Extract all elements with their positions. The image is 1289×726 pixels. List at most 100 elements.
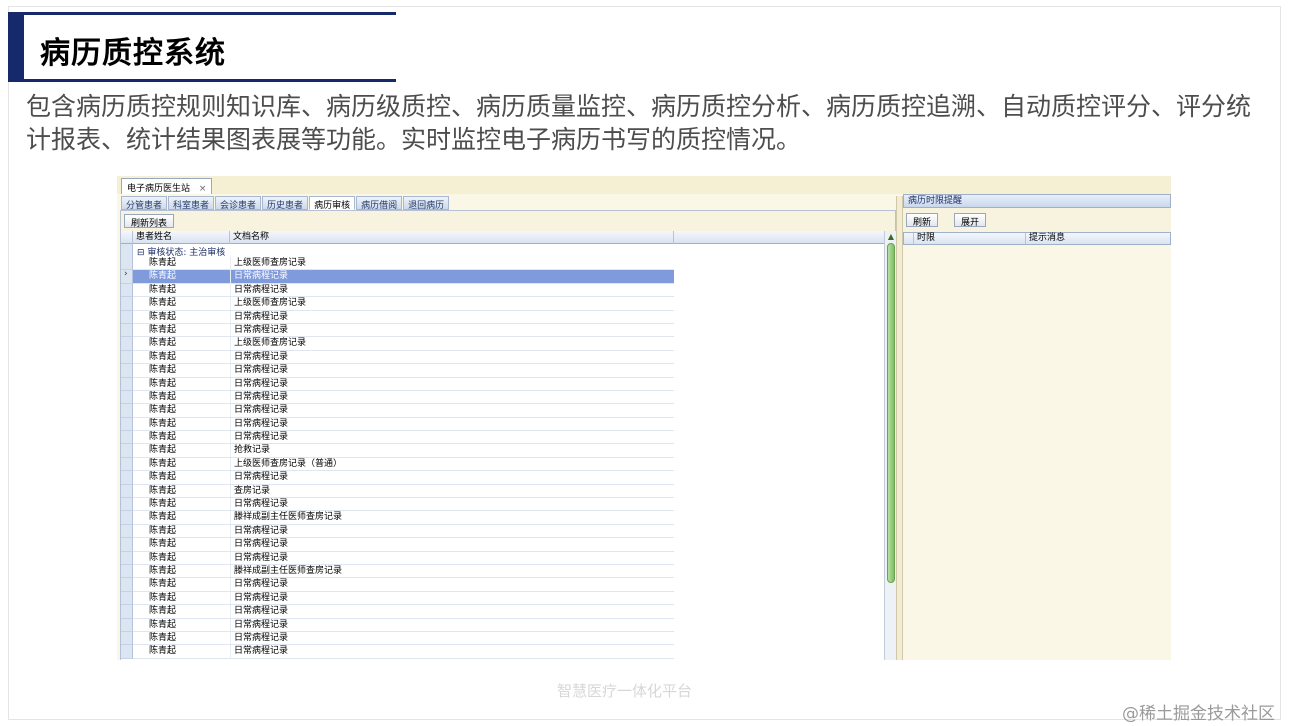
table-row[interactable]: 陈青起日常病程记录 (121, 417, 884, 432)
window-tab[interactable]: 电子病历医生站 × (121, 178, 213, 194)
table-row[interactable]: 陈青起日常病程记录 (121, 350, 884, 365)
table-row[interactable]: 陈青起日常病程记录 (121, 310, 884, 324)
row-selector[interactable] (121, 337, 133, 351)
patient-name-cell: 陈青起 (133, 284, 230, 298)
row-selector[interactable] (121, 578, 133, 592)
table-row[interactable]: 陈青起日常病程记录 (121, 390, 884, 405)
row-selector[interactable] (121, 350, 133, 365)
row-selector[interactable] (121, 323, 133, 338)
table-row[interactable]: 陈青起 滕祥成副主任医师查房记录 (121, 564, 884, 579)
table-row[interactable]: 陈青起日常病程记录 (121, 618, 884, 632)
refresh-list-button[interactable]: 刷新列表 (124, 214, 175, 229)
row-selector[interactable] (121, 631, 133, 646)
row-selector[interactable] (121, 269, 133, 284)
row-selector[interactable] (121, 364, 133, 378)
table-row[interactable]: 陈青起 查房记录 (121, 484, 884, 499)
column-header-document[interactable]: 文档名称 (230, 231, 674, 244)
table-row[interactable]: 陈青起日常病程记录 (121, 377, 884, 391)
table-row[interactable]: 陈青起日常病程记录 (121, 404, 884, 418)
row-selector[interactable] (121, 377, 133, 391)
row-selector[interactable] (121, 618, 133, 632)
row-selector[interactable] (121, 417, 133, 432)
subtab-4[interactable]: 病历审核 (309, 196, 356, 211)
table-row[interactable]: 陈青起日常病程记录 (121, 631, 884, 646)
row-selector[interactable] (121, 538, 133, 552)
patient-name-cell: 陈青起 (133, 431, 230, 445)
table-row[interactable]: 陈青起 上级医师查房记录（普通） (121, 457, 884, 472)
patient-name-cell: 陈青起 (133, 311, 230, 324)
table-row[interactable]: 陈青起 上级医师查房记录 (121, 257, 884, 271)
row-selector[interactable] (121, 645, 133, 659)
table-row[interactable]: 陈青起日常病程记录 (121, 605, 884, 619)
document-name-cell: 滕祥成副主任医师查房记录 (230, 564, 674, 579)
table-row[interactable]: 陈青起日常病程记录 (121, 538, 884, 552)
row-selector[interactable] (121, 498, 133, 512)
table-row[interactable]: 陈青起日常病程记录 (121, 323, 884, 338)
row-selector[interactable] (121, 283, 133, 298)
row-selector[interactable] (121, 457, 133, 472)
table-row[interactable]: 陈青起日常病程记录 (121, 578, 884, 592)
table-row[interactable]: 陈青起日常病程记录 (121, 591, 884, 606)
vertical-scrollbar[interactable]: ▲ (884, 231, 896, 660)
patient-name-cell: 陈青起 (133, 525, 230, 539)
table-row[interactable]: 陈青起 上级医师查房记录 (121, 297, 884, 311)
subtab-5[interactable]: 病历借阅 (356, 196, 403, 211)
table-row[interactable]: 陈青起日常病程记录 (121, 498, 884, 512)
table-row[interactable]: 陈青起日常病程记录 (121, 471, 884, 485)
close-icon[interactable]: × (199, 184, 207, 194)
document-name-cell: 日常病程记录 (230, 350, 674, 365)
row-selector[interactable] (121, 444, 133, 458)
row-selector[interactable] (121, 297, 133, 311)
document-name-cell: 日常病程记录 (230, 270, 674, 284)
subtab-6[interactable]: 退回病历 (403, 196, 450, 211)
patient-name-cell: 陈青起 (133, 565, 230, 579)
row-selector[interactable] (121, 404, 133, 418)
patient-name-cell: 陈青起 (133, 297, 230, 311)
document-name-cell: 日常病程记录 (230, 431, 674, 445)
row-selector[interactable] (121, 524, 133, 539)
table-row[interactable]: 陈青起 上级医师查房记录 (121, 337, 884, 351)
expand-button[interactable]: 展开 (954, 213, 987, 228)
patient-name-cell: 陈青起 (133, 552, 230, 565)
patient-name-cell: 陈青起 (133, 592, 230, 606)
subtab-0[interactable]: 分管患者 (121, 196, 168, 211)
table-row[interactable]: 陈青起日常病程记录 (121, 645, 884, 659)
row-selector[interactable] (121, 471, 133, 485)
table-row[interactable]: 陈青起 滕祥成副主任医师查房记录 (121, 511, 884, 525)
refresh-button[interactable]: 刷新 (906, 213, 939, 228)
document-name-cell: 日常病程记录 (230, 498, 674, 512)
row-selector[interactable] (121, 551, 133, 565)
row-selector[interactable] (121, 310, 133, 324)
table-row[interactable]: 陈青起日常病程记录 (121, 269, 884, 284)
table-row[interactable]: 陈青起日常病程记录 (121, 431, 884, 445)
scroll-up-icon[interactable]: ▲ (886, 232, 896, 242)
column-header-time-limit[interactable]: 时限 (914, 233, 1026, 244)
row-selector[interactable] (121, 564, 133, 579)
table-row[interactable]: 陈青起日常病程记录 (121, 283, 884, 298)
patient-name-cell: 陈青起 (133, 511, 230, 525)
table-row[interactable]: 陈青起日常病程记录 (121, 364, 884, 378)
subtab-1[interactable]: 科室患者 (168, 196, 215, 211)
scrollbar-thumb[interactable] (887, 243, 895, 583)
row-selector[interactable] (121, 591, 133, 606)
row-selector[interactable] (121, 257, 133, 271)
row-selector[interactable] (121, 484, 133, 499)
table-row[interactable]: 陈青起 抢救记录 (121, 444, 884, 458)
document-name-cell: 日常病程记录 (230, 645, 674, 659)
pane-splitter[interactable] (896, 196, 903, 660)
document-name-cell: 抢救记录 (230, 444, 674, 458)
subtab-2[interactable]: 会诊患者 (215, 196, 262, 211)
row-selector[interactable] (121, 431, 133, 445)
column-header-message[interactable]: 提示消息 (1026, 233, 1170, 244)
row-selector[interactable] (121, 390, 133, 405)
group-row[interactable]: ⊟ 审核状态: 主治审核 (121, 244, 884, 258)
column-header-patient[interactable]: 患者姓名 (133, 231, 230, 244)
table-row[interactable]: 陈青起日常病程记录 (121, 524, 884, 539)
subtab-3[interactable]: 历史患者 (262, 196, 309, 211)
time-limit-grid-body (903, 245, 1171, 660)
table-row[interactable]: 陈青起日常病程记录 (121, 551, 884, 565)
patient-name-cell: 陈青起 (133, 498, 230, 512)
row-selector[interactable] (121, 605, 133, 619)
row-selector[interactable] (121, 511, 133, 525)
row-selector (121, 244, 133, 257)
